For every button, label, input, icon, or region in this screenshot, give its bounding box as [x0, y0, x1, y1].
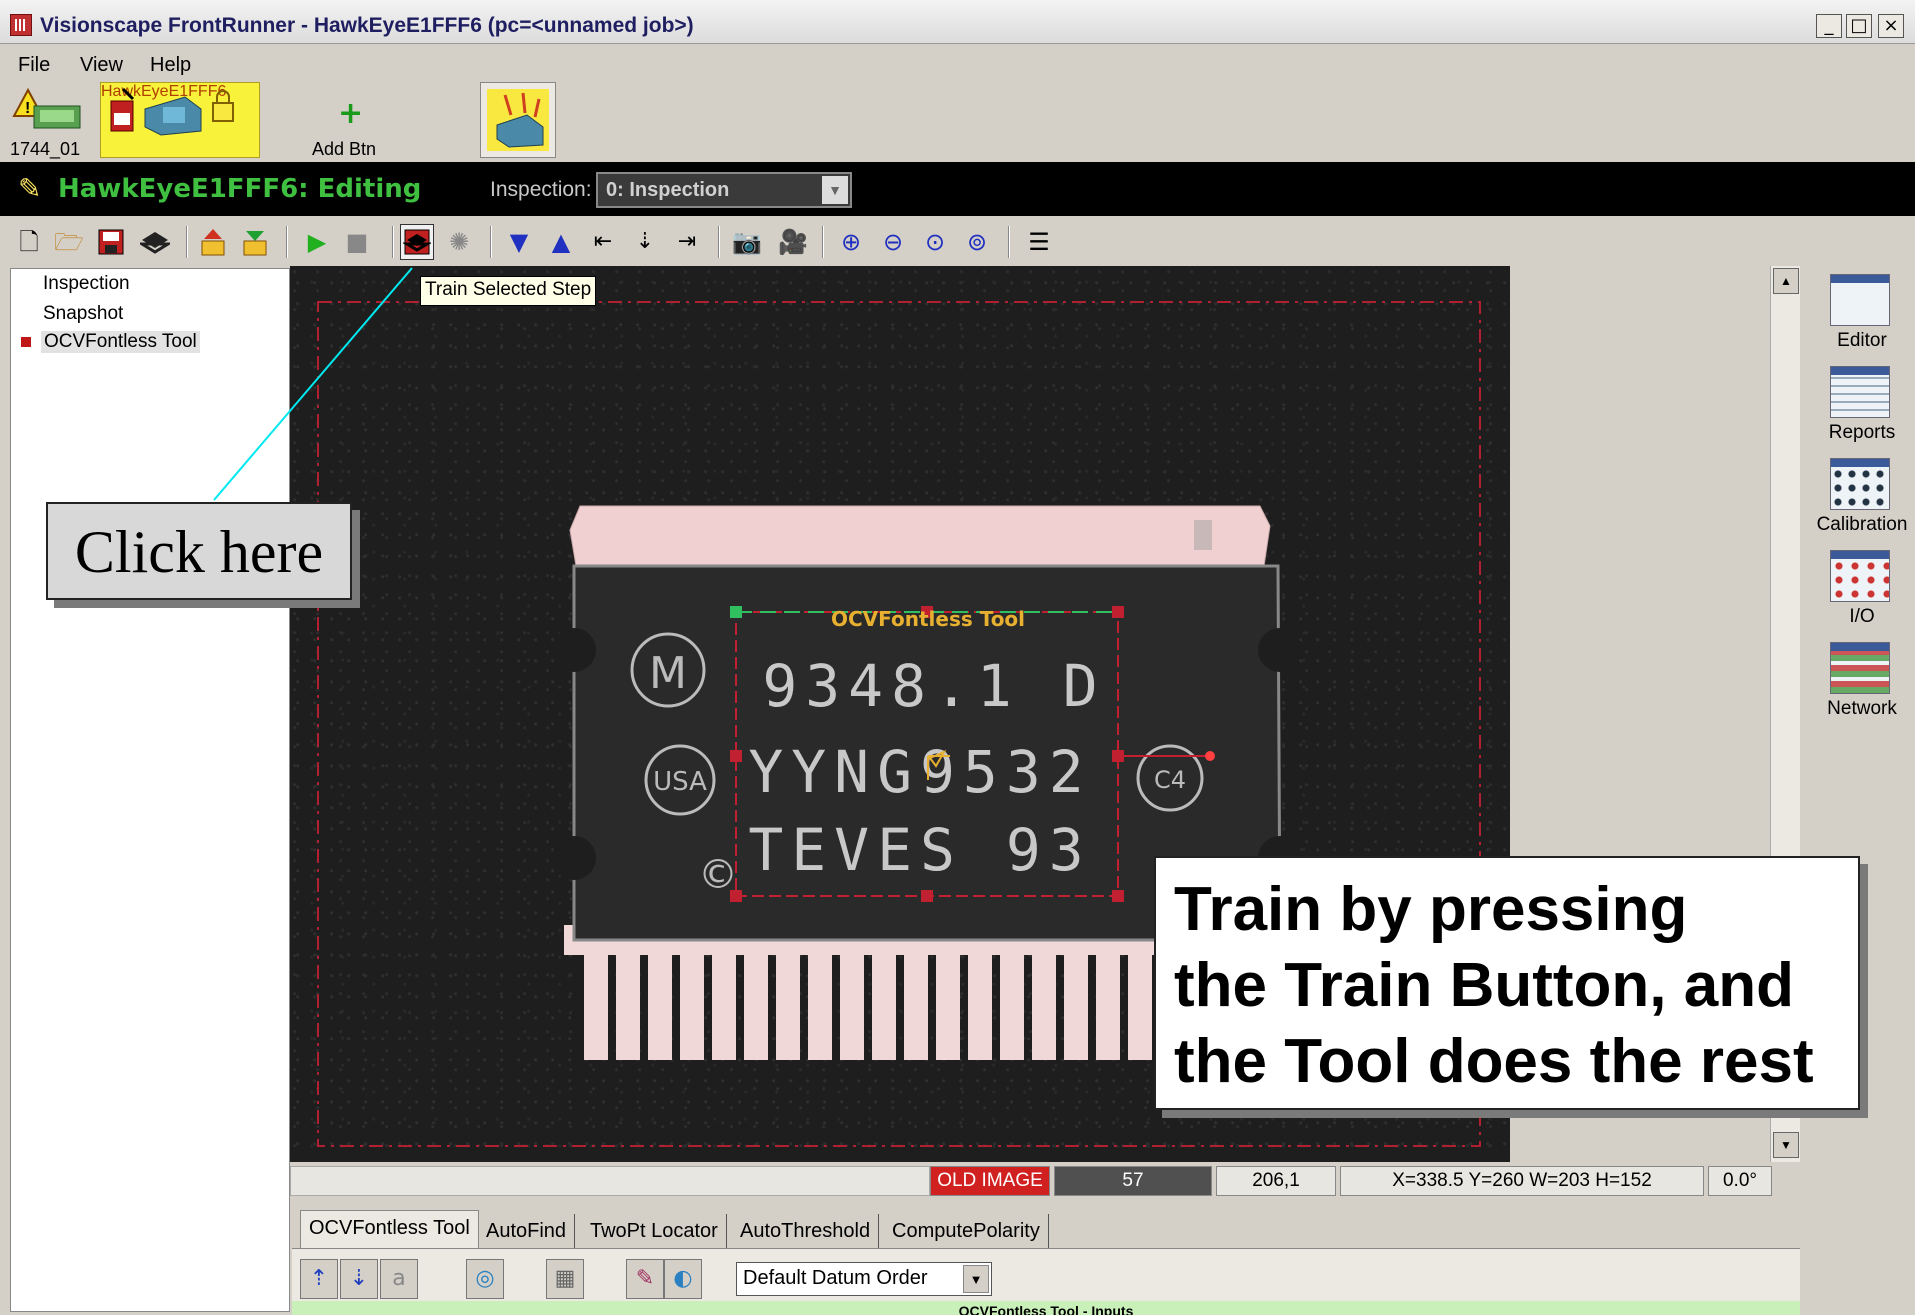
properties-header: OCVFontless Tool - Inputs: [292, 1301, 1800, 1315]
roi-handle-br[interactable]: [1112, 890, 1124, 902]
disabled-icon[interactable]: ▦: [546, 1259, 584, 1299]
train-instructions-line3: the Tool does the rest: [1174, 1027, 1814, 1096]
roi-handle-bl[interactable]: [730, 890, 742, 902]
chip-notch-right: [1258, 628, 1302, 672]
chip-notch-left-2: [552, 836, 596, 880]
editor-tool[interactable]: Editor: [1812, 270, 1912, 362]
reports-icon: [1830, 366, 1890, 418]
tab-autothreshold[interactable]: AutoThreshold: [732, 1214, 880, 1248]
train-instructions-line1: Train by pressing: [1174, 875, 1688, 944]
tab-ocvfontless-tool[interactable]: OCVFontless Tool: [300, 1210, 479, 1248]
step-tabs: OCVFontless Tool AutoFind TwoPt Locator …: [292, 1210, 1800, 1250]
tab-autofind[interactable]: AutoFind: [478, 1214, 576, 1248]
image-status-row: OLD IMAGE 57 206,1 X=338.5 Y=260 W=203 H…: [290, 1166, 1800, 1198]
c4-badge-text: C4: [1154, 766, 1186, 794]
chip-text-line2: YYNG9532: [748, 738, 1091, 806]
roi-angle: 0.0°: [1708, 1166, 1772, 1196]
roi-geometry: X=338.5 Y=260 W=203 H=152: [1340, 1166, 1704, 1196]
chevron-down-icon: ▼: [963, 1265, 989, 1293]
calibration-label: Calibration: [1816, 514, 1908, 535]
image-overlay: M USA C4 © 9348.1 D YYNG9532 TEVES 93 OC…: [213, 267, 1481, 1147]
tab-computepolarity[interactable]: ComputePolarity: [884, 1214, 1049, 1248]
io-icon: [1830, 550, 1890, 602]
chip-text-line3: TEVES 93: [748, 816, 1091, 884]
click-here-callout: Click here: [46, 502, 352, 600]
move-up-icon[interactable]: ⇡: [300, 1259, 338, 1299]
calibration-icon: [1830, 458, 1890, 510]
properties-panel: ⇡ ⇣ a ◎ ▦ ✎ ◐ Default Datum Order ▼ OCVF…: [292, 1248, 1800, 1315]
train-instructions-line2: the Train Button, and: [1174, 951, 1794, 1020]
train-tooltip: Train Selected Step: [420, 276, 597, 306]
rename-icon[interactable]: a: [380, 1259, 418, 1299]
train-instructions-callout: Train by pressing the Train Button, and …: [1154, 856, 1860, 1110]
network-icon: [1830, 642, 1890, 694]
roi-handle-mr[interactable]: [1112, 750, 1124, 762]
pick-icon[interactable]: ✎: [626, 1259, 664, 1299]
network-tool[interactable]: Network: [1812, 638, 1912, 730]
link-icon[interactable]: ◐: [664, 1259, 702, 1299]
datum-order-select[interactable]: Default Datum Order ▼: [736, 1262, 992, 1296]
scroll-down-icon[interactable]: ▼: [1773, 1132, 1799, 1158]
roi-handle-ml[interactable]: [730, 750, 742, 762]
editor-icon: [1830, 274, 1890, 326]
callout-pointer-line: [213, 267, 413, 501]
roi-handle-bm[interactable]: [921, 890, 933, 902]
scroll-up-icon[interactable]: ▲: [1773, 268, 1799, 294]
roi-handle-tl[interactable]: [730, 606, 742, 618]
chip-heatsink: [569, 505, 1271, 567]
move-down-icon[interactable]: ⇣: [340, 1259, 378, 1299]
roi-label: OCVFontless Tool: [831, 607, 1025, 631]
datum-order-value: Default Datum Order: [743, 1267, 928, 1289]
chip-notch-left: [552, 628, 596, 672]
io-label: I/O: [1849, 606, 1875, 627]
io-tool[interactable]: I/O: [1812, 546, 1912, 638]
usa-badge-text: USA: [653, 767, 707, 797]
roi-rotate-handle[interactable]: [1205, 751, 1215, 761]
reports-label: Reports: [1828, 422, 1896, 443]
status-blank: [290, 1166, 930, 1196]
globe-icon[interactable]: ◎: [466, 1259, 504, 1299]
editor-label: Editor: [1837, 330, 1887, 351]
old-image-indicator: OLD IMAGE: [930, 1166, 1050, 1196]
frame-count: 57: [1054, 1166, 1212, 1196]
chip-pins: [584, 940, 1152, 1060]
pixel-position: 206,1: [1216, 1166, 1336, 1196]
chip-text-line1: 9348.1 D: [762, 652, 1105, 720]
motorola-logo-text: M: [649, 648, 687, 699]
roi-handle-tr[interactable]: [1112, 606, 1124, 618]
tab-twopt-locator[interactable]: TwoPt Locator: [582, 1214, 727, 1248]
reports-tool[interactable]: Reports: [1812, 362, 1912, 454]
calibration-tool[interactable]: Calibration: [1812, 454, 1912, 546]
heatsink-notch: [1194, 520, 1212, 550]
network-label: Network: [1827, 698, 1897, 719]
